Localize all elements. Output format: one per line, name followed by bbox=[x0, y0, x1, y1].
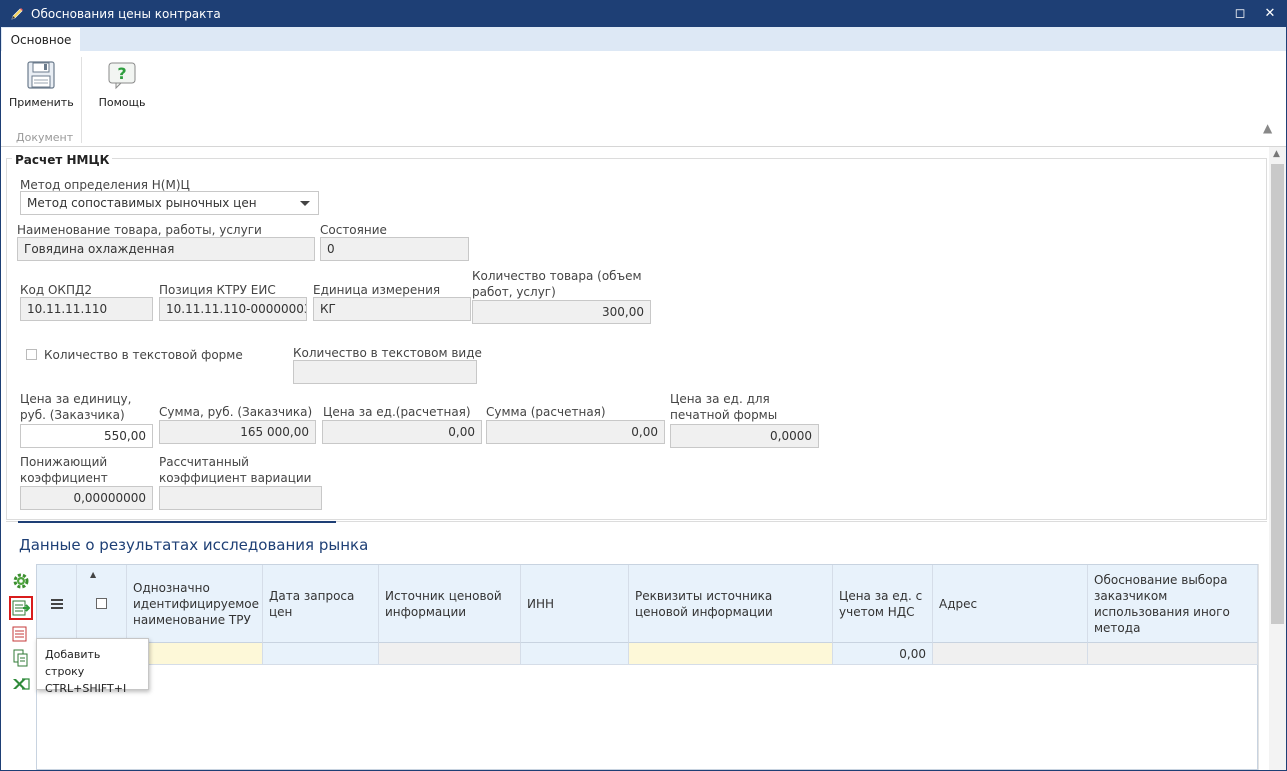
ribbon-tab-strip: Основное bbox=[1, 27, 1286, 51]
tab-main[interactable]: Основное bbox=[2, 28, 80, 51]
excel-icon[interactable] bbox=[9, 672, 33, 696]
settings-icon[interactable] bbox=[9, 569, 33, 593]
tooltip-shortcut: CTRL+SHIFT+I bbox=[45, 682, 127, 695]
ktru-label: Позиция КТРУ ЕИС bbox=[159, 283, 276, 297]
section-title-nmck: Расчет НМЦК bbox=[12, 153, 113, 167]
add-row-icon[interactable] bbox=[9, 596, 33, 620]
qty-text-checkbox[interactable] bbox=[26, 349, 37, 360]
qty-label: Количество товара (объем работ, услуг) bbox=[472, 269, 642, 299]
ribbon: Применить ? Помощь Документ ▲ bbox=[1, 51, 1286, 147]
help-button[interactable]: ? Помощь bbox=[93, 59, 151, 115]
ribbon-collapse-icon[interactable]: ▲ bbox=[1263, 121, 1272, 135]
section-tab-underline bbox=[18, 521, 336, 523]
unit-field[interactable]: КГ bbox=[313, 297, 471, 321]
col-header-inn[interactable]: ИНН bbox=[521, 565, 629, 643]
save-icon bbox=[25, 59, 57, 91]
cell-address[interactable] bbox=[933, 643, 1088, 665]
cell-justification[interactable] bbox=[1088, 643, 1258, 665]
col-header-justification[interactable]: Обоснование выбора заказчиком использова… bbox=[1088, 565, 1258, 643]
title-bar: Обоснования цены контракта ◻ ✕ bbox=[1, 1, 1286, 27]
cell-date[interactable] bbox=[263, 643, 379, 665]
print-price-field[interactable]: 0,0000 bbox=[670, 424, 819, 448]
cell-price-vat[interactable]: 0,00 bbox=[833, 643, 933, 665]
qty-text-check-label: Количество в текстовой форме bbox=[44, 348, 243, 362]
ribbon-group-label: Документ bbox=[16, 131, 74, 144]
method-select[interactable]: Метод сопоставимых рыночных цен bbox=[20, 191, 319, 215]
calc-price-label: Цена за ед.(расчетная) bbox=[323, 405, 471, 419]
grid-menu-icon[interactable] bbox=[37, 565, 77, 643]
variation-field[interactable] bbox=[159, 486, 322, 510]
sum-label: Сумма, руб. (Заказчика) bbox=[159, 405, 313, 419]
chevron-down-icon bbox=[300, 201, 310, 206]
price-field[interactable]: 550,00 bbox=[20, 424, 153, 448]
select-all-cell: ▲ bbox=[77, 565, 127, 643]
col-header-date[interactable]: Дата запроса цен bbox=[263, 565, 379, 643]
select-all-checkbox[interactable] bbox=[96, 598, 107, 609]
price-label: Цена за единицу, руб. (Заказчика) bbox=[20, 392, 132, 422]
col-header-source-details[interactable]: Реквизиты источника ценовой информации bbox=[629, 565, 833, 643]
window-scrollbar[interactable]: ▲ bbox=[1269, 147, 1286, 770]
copy-icon[interactable] bbox=[9, 646, 33, 670]
help-icon: ? bbox=[106, 59, 138, 91]
tooltip-title: Добавить строку bbox=[45, 648, 101, 678]
name-field[interactable]: Говядина охлажденная bbox=[17, 237, 315, 261]
market-section-title: Данные о результатах исследования рынка bbox=[19, 536, 369, 554]
qty-text-field[interactable] bbox=[293, 360, 477, 384]
variation-label: Рассчитанный коэффициент вариации bbox=[159, 455, 312, 485]
pencil-icon bbox=[9, 6, 25, 22]
calc-sum-field[interactable]: 0,00 bbox=[486, 420, 665, 444]
grid-scrollbar[interactable] bbox=[1258, 564, 1268, 770]
state-label: Состояние bbox=[320, 223, 387, 237]
sort-asc-icon[interactable]: ▲ bbox=[90, 567, 96, 583]
state-field[interactable]: 0 bbox=[320, 237, 469, 261]
window-title: Обоснования цены контракта bbox=[31, 7, 221, 21]
col-header-price-vat[interactable]: Цена за ед. с учетом НДС bbox=[833, 565, 933, 643]
ribbon-separator bbox=[81, 57, 82, 143]
svg-text:?: ? bbox=[117, 64, 126, 83]
help-label: Помощь bbox=[98, 96, 146, 109]
apply-label: Применить bbox=[9, 96, 74, 109]
calc-price-field[interactable]: 0,00 bbox=[322, 420, 482, 444]
scroll-up-icon[interactable]: ▲ bbox=[1273, 149, 1280, 159]
delete-row-icon[interactable] bbox=[9, 622, 33, 646]
name-label: Наименование товара, работы, услуги bbox=[17, 223, 262, 237]
apply-button[interactable]: Применить bbox=[9, 59, 74, 115]
price-justification-window: Обоснования цены контракта ◻ ✕ Основное … bbox=[0, 0, 1287, 771]
okpd-label: Код ОКПД2 bbox=[20, 283, 92, 297]
unit-label: Единица измерения bbox=[313, 283, 441, 297]
reduce-label: Понижающий коэффициент bbox=[20, 455, 108, 485]
grid-toolbar bbox=[9, 566, 35, 771]
okpd-field[interactable]: 10.11.11.110 bbox=[20, 297, 153, 321]
ktru-field[interactable]: 10.11.11.110-00000003 bbox=[159, 297, 307, 321]
scroll-thumb[interactable] bbox=[1271, 164, 1284, 624]
print-price-label: Цена за ед. для печатной формы bbox=[670, 392, 778, 422]
reduce-field[interactable]: 0,00000000 bbox=[20, 486, 153, 510]
cell-inn[interactable] bbox=[521, 643, 629, 665]
col-header-address[interactable]: Адрес bbox=[933, 565, 1088, 643]
add-row-tooltip: Добавить строку CTRL+SHIFT+I bbox=[36, 638, 149, 695]
col-header-source[interactable]: Источник ценовой информации bbox=[379, 565, 521, 643]
calc-sum-label: Сумма (расчетная) bbox=[486, 405, 606, 419]
qty-text-label: Количество в текстовом виде bbox=[293, 346, 482, 360]
qty-field[interactable]: 300,00 bbox=[472, 300, 651, 324]
market-research-grid: ▲ Однозначно идентифицируемое наименован… bbox=[36, 564, 1258, 770]
cell-source[interactable] bbox=[379, 643, 521, 665]
col-header-name[interactable]: Однозначно идентифицируемое наименование… bbox=[127, 565, 263, 643]
sum-field[interactable]: 165 000,00 bbox=[159, 420, 316, 444]
cell-source-details[interactable] bbox=[629, 643, 833, 665]
maximize-button[interactable]: ◻ bbox=[1229, 4, 1251, 24]
method-value: Метод сопоставимых рыночных цен bbox=[27, 196, 257, 210]
close-button[interactable]: ✕ bbox=[1259, 4, 1281, 24]
